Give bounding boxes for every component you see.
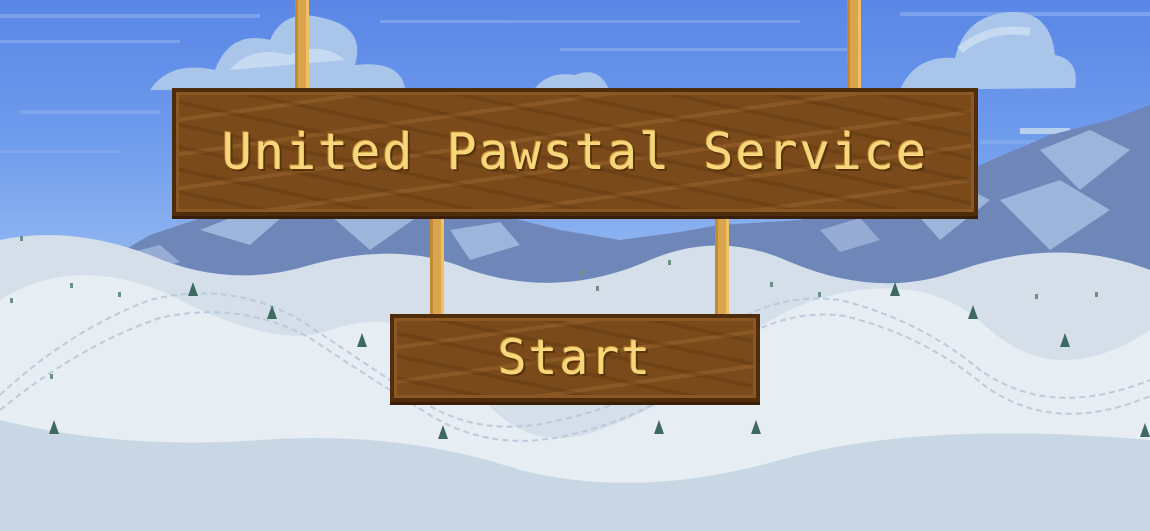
background-scene [0, 0, 1150, 531]
start-button-label: Start [497, 330, 653, 386]
game-title-sign: United Pawstal Service [172, 88, 978, 216]
rope-mid-right [715, 214, 729, 316]
rope-top-right [847, 0, 861, 90]
start-button[interactable]: Start [390, 314, 760, 402]
rope-top-left [295, 0, 309, 90]
game-title: United Pawstal Service [221, 123, 929, 181]
rope-mid-left [430, 214, 444, 316]
